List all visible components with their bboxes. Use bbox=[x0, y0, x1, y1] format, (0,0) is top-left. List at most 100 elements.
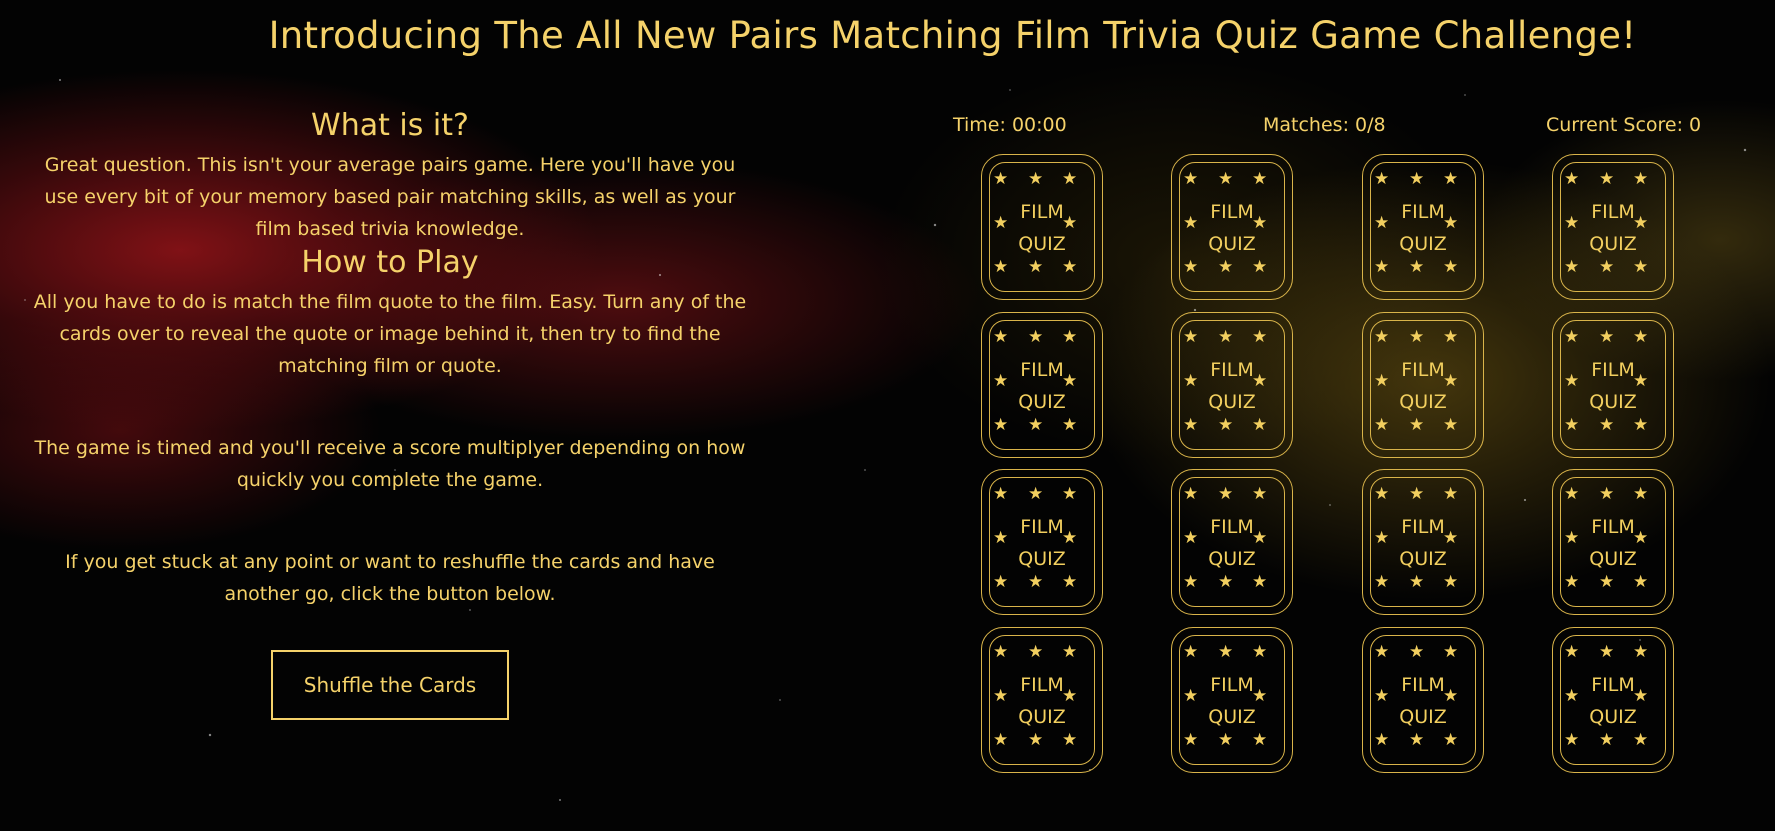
film-quiz-card[interactable]: ★ ★ ★ ★ ★ ★ ★ ★ FILM QUIZ bbox=[1171, 469, 1293, 615]
film-quiz-card[interactable]: ★ ★ ★ ★ ★ ★ ★ ★ FILM QUIZ bbox=[1362, 312, 1484, 458]
star-icon: ★ bbox=[1443, 415, 1459, 435]
star-icon: ★ bbox=[1252, 484, 1268, 504]
card-label-quiz: QUIZ bbox=[1589, 233, 1637, 255]
star-icon: ★ bbox=[1183, 169, 1199, 189]
film-quiz-card[interactable]: ★ ★ ★ ★ ★ ★ ★ ★ FILM QUIZ bbox=[1171, 154, 1293, 300]
film-quiz-card[interactable]: ★ ★ ★ ★ ★ ★ ★ ★ FILM QUIZ bbox=[1552, 154, 1674, 300]
star-icon: ★ bbox=[993, 572, 1009, 592]
star-icon: ★ bbox=[1443, 572, 1459, 592]
star-icon: ★ bbox=[1374, 484, 1390, 504]
star-icon: ★ bbox=[1374, 642, 1390, 662]
star-icon: ★ bbox=[1564, 642, 1580, 662]
how-text-1: All you have to do is match the film quo… bbox=[33, 291, 747, 377]
star-icon: ★ bbox=[1252, 415, 1268, 435]
star-icon: ★ bbox=[1028, 730, 1044, 750]
info-panel: What is it? Great question. This isn't y… bbox=[30, 108, 750, 720]
card-label-quiz: QUIZ bbox=[1018, 391, 1066, 413]
star-icon: ★ bbox=[1028, 169, 1044, 189]
star-icon: ★ bbox=[1218, 169, 1234, 189]
what-heading: What is it? bbox=[311, 108, 469, 143]
star-icon: ★ bbox=[993, 642, 1009, 662]
film-quiz-card[interactable]: ★ ★ ★ ★ ★ ★ ★ ★ FILM QUIZ bbox=[981, 627, 1103, 773]
star-icon: ★ bbox=[1633, 415, 1649, 435]
star-icon: ★ bbox=[1374, 572, 1390, 592]
star-icon: ★ bbox=[1183, 642, 1199, 662]
star-icon: ★ bbox=[1218, 415, 1234, 435]
star-icon: ★ bbox=[1409, 642, 1425, 662]
star-icon: ★ bbox=[1374, 415, 1390, 435]
star-icon: ★ bbox=[1564, 257, 1580, 277]
card-label-quiz: QUIZ bbox=[1589, 548, 1637, 570]
film-quiz-card[interactable]: ★ ★ ★ ★ ★ ★ ★ ★ FILM QUIZ bbox=[981, 312, 1103, 458]
film-quiz-card[interactable]: ★ ★ ★ ★ ★ ★ ★ ★ FILM QUIZ bbox=[1552, 469, 1674, 615]
film-quiz-card[interactable]: ★ ★ ★ ★ ★ ★ ★ ★ FILM QUIZ bbox=[981, 154, 1103, 300]
star-icon: ★ bbox=[993, 169, 1009, 189]
card-label-quiz: QUIZ bbox=[1399, 706, 1447, 728]
how-heading: How to Play bbox=[301, 245, 479, 280]
star-icon: ★ bbox=[1633, 257, 1649, 277]
star-icon: ★ bbox=[1443, 730, 1459, 750]
star-icon: ★ bbox=[1599, 642, 1615, 662]
star-icon: ★ bbox=[1564, 572, 1580, 592]
star-icon: ★ bbox=[1599, 169, 1615, 189]
card-label-film: FILM bbox=[1210, 516, 1254, 538]
star-icon: ★ bbox=[1183, 327, 1199, 347]
star-icon: ★ bbox=[1374, 730, 1390, 750]
game-page: Introducing The All New Pairs Matching F… bbox=[0, 0, 1775, 831]
star-icon: ★ bbox=[1599, 327, 1615, 347]
star-icon: ★ bbox=[1218, 484, 1234, 504]
star-icon: ★ bbox=[1409, 572, 1425, 592]
star-icon: ★ bbox=[1218, 572, 1234, 592]
card-label-quiz: QUIZ bbox=[1208, 233, 1256, 255]
star-icon: ★ bbox=[1183, 415, 1199, 435]
film-quiz-card[interactable]: ★ ★ ★ ★ ★ ★ ★ ★ FILM QUIZ bbox=[1362, 469, 1484, 615]
star-icon: ★ bbox=[1599, 415, 1615, 435]
star-icon: ★ bbox=[1218, 642, 1234, 662]
star-icon: ★ bbox=[993, 415, 1009, 435]
film-quiz-card[interactable]: ★ ★ ★ ★ ★ ★ ★ ★ FILM QUIZ bbox=[1171, 312, 1293, 458]
star-icon: ★ bbox=[1409, 257, 1425, 277]
star-icon: ★ bbox=[1409, 169, 1425, 189]
card-label-film: FILM bbox=[1210, 201, 1254, 223]
card-label-quiz: QUIZ bbox=[1018, 706, 1066, 728]
star-icon: ★ bbox=[1252, 642, 1268, 662]
film-quiz-card[interactable]: ★ ★ ★ ★ ★ ★ ★ ★ FILM QUIZ bbox=[1552, 627, 1674, 773]
star-icon: ★ bbox=[1374, 327, 1390, 347]
star-icon: ★ bbox=[1599, 257, 1615, 277]
star-icon: ★ bbox=[1374, 257, 1390, 277]
film-quiz-card[interactable]: ★ ★ ★ ★ ★ ★ ★ ★ FILM QUIZ bbox=[981, 469, 1103, 615]
star-icon: ★ bbox=[1599, 730, 1615, 750]
card-label-film: FILM bbox=[1020, 516, 1064, 538]
star-icon: ★ bbox=[1409, 484, 1425, 504]
star-icon: ★ bbox=[1443, 169, 1459, 189]
card-label-film: FILM bbox=[1591, 516, 1635, 538]
film-quiz-card[interactable]: ★ ★ ★ ★ ★ ★ ★ ★ FILM QUIZ bbox=[1171, 627, 1293, 773]
film-quiz-card[interactable]: ★ ★ ★ ★ ★ ★ ★ ★ FILM QUIZ bbox=[1362, 154, 1484, 300]
star-icon: ★ bbox=[1443, 257, 1459, 277]
star-icon: ★ bbox=[1564, 169, 1580, 189]
card-label-film: FILM bbox=[1020, 201, 1064, 223]
star-icon: ★ bbox=[1183, 572, 1199, 592]
star-icon: ★ bbox=[1218, 327, 1234, 347]
star-icon: ★ bbox=[1599, 484, 1615, 504]
star-icon: ★ bbox=[1564, 327, 1580, 347]
star-icon: ★ bbox=[1599, 572, 1615, 592]
film-quiz-card[interactable]: ★ ★ ★ ★ ★ ★ ★ ★ FILM QUIZ bbox=[1362, 627, 1484, 773]
card-label-film: FILM bbox=[1020, 359, 1064, 381]
shuffle-button[interactable]: Shuffle the Cards bbox=[271, 650, 509, 720]
card-label-quiz: QUIZ bbox=[1399, 391, 1447, 413]
card-label-film: FILM bbox=[1210, 359, 1254, 381]
star-icon: ★ bbox=[1564, 415, 1580, 435]
how-text-2: The game is timed and you'll receive a s… bbox=[34, 437, 746, 491]
star-icon: ★ bbox=[1218, 730, 1234, 750]
star-icon: ★ bbox=[1183, 484, 1199, 504]
star-icon: ★ bbox=[1028, 415, 1044, 435]
card-label-quiz: QUIZ bbox=[1018, 233, 1066, 255]
star-icon: ★ bbox=[1633, 572, 1649, 592]
film-quiz-card[interactable]: ★ ★ ★ ★ ★ ★ ★ ★ FILM QUIZ bbox=[1552, 312, 1674, 458]
star-icon: ★ bbox=[1374, 169, 1390, 189]
card-label-quiz: QUIZ bbox=[1589, 391, 1637, 413]
card-label-quiz: QUIZ bbox=[1399, 233, 1447, 255]
star-icon: ★ bbox=[1028, 257, 1044, 277]
card-label-film: FILM bbox=[1401, 201, 1445, 223]
